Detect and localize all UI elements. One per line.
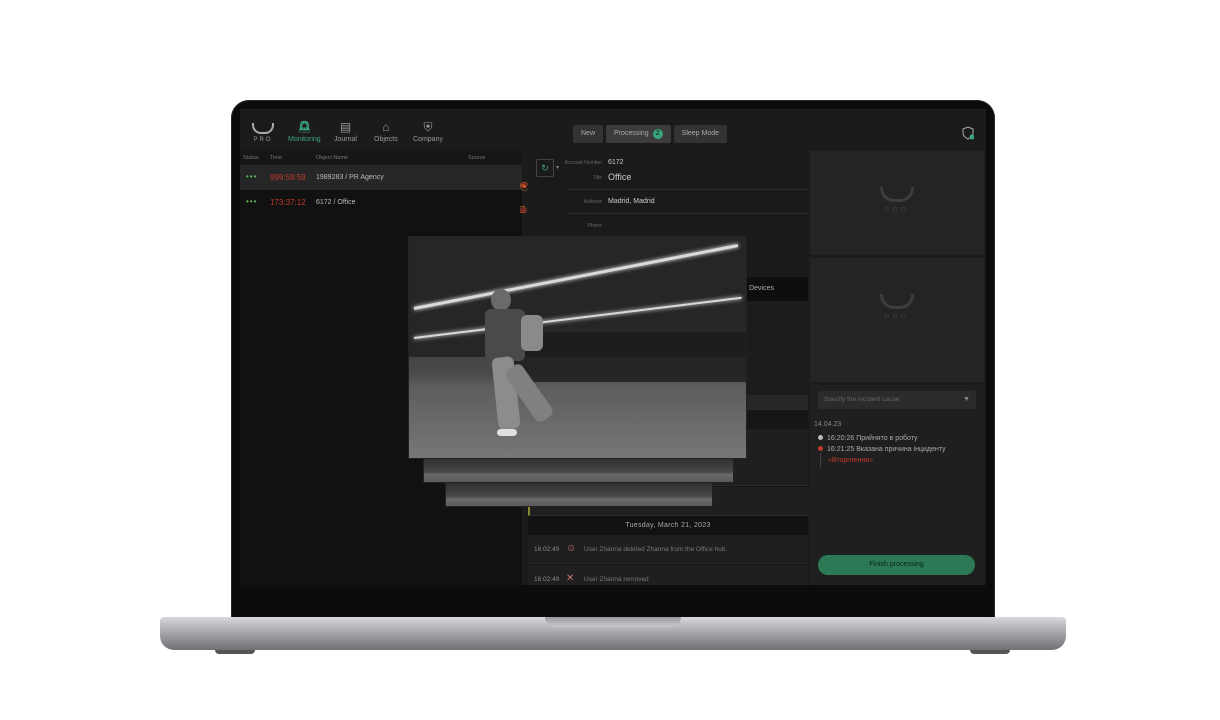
screen-bottom-bezel bbox=[240, 585, 986, 620]
journal-icon: ▤ bbox=[339, 120, 352, 134]
event-time: 16:02:49 bbox=[534, 546, 560, 553]
nav-journal[interactable]: ▤ Journal bbox=[334, 121, 357, 143]
close-icon: ✕ bbox=[566, 573, 575, 584]
log-entry: 16:20:26 Прийнято в роботу bbox=[818, 435, 918, 442]
cause-placeholder: Specify the incident cause bbox=[824, 396, 900, 403]
app-logo: PRO bbox=[248, 123, 278, 143]
alarm-icon: 🚨︎ bbox=[296, 120, 312, 134]
account-number: 6172 bbox=[608, 159, 624, 166]
pro-logo-icon bbox=[880, 187, 914, 202]
divider bbox=[568, 189, 808, 190]
log-dot bbox=[818, 446, 823, 451]
logo-text: PRO bbox=[253, 137, 273, 143]
incident-cause-tag: «Вторгнення» bbox=[828, 457, 873, 464]
tab-processing[interactable]: Processing 2 bbox=[606, 125, 671, 143]
tab-sleep-mode[interactable]: Sleep Mode bbox=[673, 125, 728, 143]
camera-slot[interactable]: PRO bbox=[810, 151, 984, 255]
object-title: Office bbox=[608, 172, 632, 182]
event-time: 16:02:49 bbox=[534, 576, 560, 583]
event-row[interactable]: 16:02:49 ☺ User Zhanna deleted Zhanna fr… bbox=[528, 535, 808, 564]
log-entry: 16:21:25 Вказана причина інциденту bbox=[818, 446, 946, 453]
camera-slot[interactable]: PRO bbox=[810, 258, 984, 382]
top-bar: PRO 🚨︎ Monitoring ▤ Journal ⌂ Objects ⛨ … bbox=[240, 109, 986, 151]
list-header: Status Time Object Name Source bbox=[240, 151, 522, 165]
incident-panel: Specify the incident cause ▼ 14.04.23 16… bbox=[810, 385, 984, 585]
camera-snapshot[interactable] bbox=[408, 236, 747, 459]
object-address: Madrid, Madrid bbox=[608, 198, 655, 205]
nav-label: Monitoring bbox=[288, 136, 321, 143]
chevron-down-icon: ▼ bbox=[963, 396, 970, 403]
tab-new[interactable]: New bbox=[573, 125, 604, 143]
processing-count-badge: 2 bbox=[652, 129, 663, 139]
title-label: Title bbox=[592, 175, 602, 181]
log-dot bbox=[818, 435, 823, 440]
incident-cause-select[interactable]: Specify the incident cause ▼ bbox=[818, 391, 976, 409]
nav-label: Objects bbox=[374, 136, 398, 143]
object-name: 6172 / Office bbox=[316, 199, 356, 206]
address-label: Address bbox=[583, 199, 602, 205]
alarm-time: 173:37:12 bbox=[270, 198, 306, 207]
laptop-foot bbox=[970, 650, 1010, 654]
nav-company[interactable]: ⛨ Company bbox=[413, 121, 443, 143]
event-text: User Zhanna removed bbox=[584, 576, 649, 583]
divider bbox=[568, 213, 808, 214]
shield-icon: ⛨ bbox=[423, 120, 433, 134]
log-date: 14.04.23 bbox=[814, 421, 842, 428]
day-header: Tuesday, March 21, 2023 bbox=[528, 517, 808, 535]
object-name: 1989283 / PR Agency bbox=[316, 174, 384, 181]
list-item[interactable]: ••• 999:59:59 1989283 / PR Agency ⦿ ≈ ⊕ bbox=[240, 165, 529, 192]
status-tabs: New Processing 2 Sleep Mode bbox=[573, 125, 728, 143]
event-text: User Zhanna deleted Zhanna from the Offi… bbox=[584, 546, 726, 553]
video-frame-middle bbox=[423, 455, 734, 483]
pro-logo-icon bbox=[880, 294, 914, 309]
nav-objects[interactable]: ⌂ Objects bbox=[374, 121, 398, 143]
camera-logo-text: PRO bbox=[884, 207, 910, 214]
nav-monitoring[interactable]: 🚨︎ Monitoring bbox=[288, 121, 321, 143]
user-icon: ☺ bbox=[566, 543, 577, 554]
house-icon: ⌂ bbox=[382, 120, 390, 134]
status-indicator: ••• bbox=[246, 197, 258, 206]
list-item[interactable]: ••• 173:37:12 6172 / Office ⎕ ⊕ bbox=[240, 190, 528, 215]
user-status-icon[interactable] bbox=[962, 126, 974, 140]
header-time: Time bbox=[270, 155, 283, 161]
status-indicator: ••• bbox=[246, 172, 258, 181]
video-frame-back bbox=[445, 480, 713, 507]
laptop-notch bbox=[545, 617, 681, 627]
nav-label: Journal bbox=[334, 136, 357, 143]
laptop-base bbox=[160, 617, 1066, 650]
phone-label: Phone bbox=[587, 223, 602, 229]
laptop-foot bbox=[215, 650, 255, 654]
alarm-time: 999:59:59 bbox=[270, 173, 306, 182]
header-object-name: Object Name bbox=[316, 155, 349, 161]
header-status: Status bbox=[243, 155, 259, 161]
finish-processing-button[interactable]: Finish processing bbox=[818, 555, 975, 575]
camera-logo-text: PRO bbox=[884, 314, 910, 321]
account-label: Account Number bbox=[564, 160, 602, 166]
nav-label: Company bbox=[413, 136, 443, 143]
header-source: Source bbox=[468, 155, 486, 161]
